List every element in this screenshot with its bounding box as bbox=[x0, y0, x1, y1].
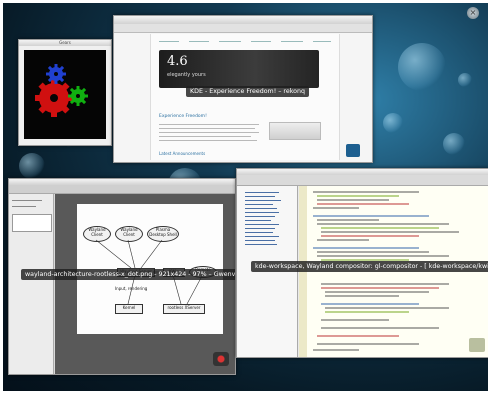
app-logo-icon bbox=[213, 352, 229, 366]
kde-logo-icon bbox=[469, 338, 485, 352]
gears-window[interactable]: Gears bbox=[18, 39, 112, 146]
diagram-node: rootless XServer bbox=[163, 304, 205, 314]
gwenview-window[interactable]: Wayland Client Wayland Client Plasma Des… bbox=[8, 178, 236, 375]
wallpaper-bubble bbox=[458, 73, 472, 87]
image-view: Wayland Client Wayland Client Plasma Des… bbox=[55, 194, 235, 374]
wallpaper-bubble bbox=[19, 153, 45, 179]
gears-canvas bbox=[24, 50, 106, 139]
wallpaper-bubble bbox=[443, 133, 465, 155]
laptop-image bbox=[269, 122, 321, 140]
caption-bar: KDE - Experience Freedom! – rekonq bbox=[186, 86, 309, 97]
diagram-node: Kernel bbox=[115, 304, 143, 314]
kdevelop-toolbar bbox=[237, 175, 488, 186]
window-title bbox=[114, 16, 372, 24]
gears-icon bbox=[35, 64, 88, 117]
caption-bar: wayland-architecture-rootless-x_dot.png … bbox=[21, 269, 235, 280]
caption-bar: kde-workspace, Wayland compositor: gl-co… bbox=[251, 261, 488, 272]
web-page: 4.6 elegantly yours Experience Freedom! … bbox=[150, 34, 340, 160]
wallpaper-bubble bbox=[383, 113, 403, 133]
footer-link[interactable]: Latest Announcements bbox=[159, 151, 205, 156]
close-icon[interactable]: × bbox=[467, 7, 479, 19]
wallpaper-bubble bbox=[398, 43, 446, 91]
window-title: Gears bbox=[19, 40, 111, 46]
desktop-overview: × Gears 4.6 elegantly yours Experience F… bbox=[3, 3, 488, 391]
hero-version: 4.6 bbox=[167, 54, 188, 69]
gwenview-toolbar bbox=[9, 185, 235, 194]
kde-logo-icon bbox=[346, 144, 360, 157]
site-nav bbox=[159, 40, 331, 44]
kdevelop-window[interactable]: kde-workspace, Wayland compositor: gl-co… bbox=[236, 168, 488, 358]
browser-toolbar bbox=[114, 24, 372, 33]
diagram-edge-label: Input, rendering bbox=[115, 286, 148, 291]
hero-tagline: elegantly yours bbox=[167, 72, 206, 78]
section-heading: Experience Freedom! bbox=[159, 114, 207, 119]
browser-window[interactable]: 4.6 elegantly yours Experience Freedom! … bbox=[113, 15, 373, 163]
hero-banner: 4.6 elegantly yours bbox=[159, 50, 319, 88]
diagram-node: Wayland Client bbox=[83, 226, 111, 242]
side-panel bbox=[9, 194, 54, 374]
diagram-node: Wayland Client bbox=[115, 226, 143, 242]
diagram-node: Plasma Desktop Shell bbox=[147, 226, 179, 242]
